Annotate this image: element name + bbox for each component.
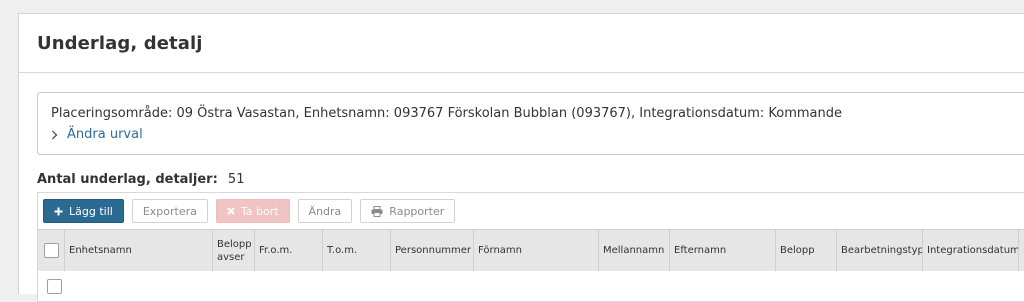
filter-summary-box: Placeringsområde: 09 Östra Vasastan, Enh… xyxy=(37,92,1024,155)
add-button-label: Lägg till xyxy=(69,204,113,218)
column-header-mellannamn[interactable]: Mellannamn xyxy=(599,230,670,271)
details-table: Lägg till Exportera Ta bort Ändra Rappor… xyxy=(37,192,1024,302)
filter-summary-text: Placeringsområde: 09 Östra Vasastan, Enh… xyxy=(51,106,843,121)
edit-button-label: Ändra xyxy=(308,204,342,218)
printer-icon xyxy=(371,205,383,217)
page-title: Underlag, detalj xyxy=(37,32,203,54)
column-header-enhetsnamn[interactable]: Enhetsnamn xyxy=(65,230,213,271)
export-button-label: Exportera xyxy=(142,204,197,218)
table-header: Enhetsnamn Belopp avser Fr.o.m. T.o.m. P… xyxy=(38,229,1024,272)
change-selection-label[interactable]: Ändra urval xyxy=(67,126,143,144)
row-checkbox[interactable] xyxy=(47,279,62,294)
column-header-integrationsdatum[interactable]: Integrationsdatum xyxy=(923,230,1019,271)
plus-icon xyxy=(54,207,63,216)
column-header-belopp-avser[interactable]: Belopp avser xyxy=(213,230,255,271)
add-button[interactable]: Lägg till xyxy=(43,199,124,223)
column-header-from[interactable]: Fr.o.m. xyxy=(255,230,323,271)
detail-count-label: Antal underlag, detaljer: xyxy=(37,172,218,187)
detail-count: Antal underlag, detaljer: 51 xyxy=(37,172,244,187)
table-toolbar: Lägg till Exportera Ta bort Ändra Rappor… xyxy=(38,193,1024,229)
report-button-label: Rapporter xyxy=(389,204,445,218)
change-selection-link[interactable]: Ändra urval xyxy=(51,126,1024,144)
column-header-fornamn[interactable]: Förnamn xyxy=(474,230,599,271)
page-header: Underlag, detalj xyxy=(19,14,1024,73)
column-header-efternamn[interactable]: Efternamn xyxy=(670,230,776,271)
column-header-tom[interactable]: T.o.m. xyxy=(323,230,391,271)
column-header-bearbetningstyp[interactable]: Bearbetningstyp xyxy=(837,230,923,271)
table-row[interactable] xyxy=(38,271,1024,301)
report-button[interactable]: Rapporter xyxy=(360,199,456,223)
close-icon xyxy=(227,207,235,215)
chevron-right-icon xyxy=(51,126,61,144)
detail-count-value: 51 xyxy=(227,172,245,187)
export-button[interactable]: Exportera xyxy=(131,199,208,223)
edit-button[interactable]: Ändra xyxy=(297,199,353,223)
column-header-overflow xyxy=(1019,230,1024,271)
select-all-checkbox[interactable] xyxy=(43,243,59,258)
column-header-belopp[interactable]: Belopp xyxy=(776,230,837,271)
remove-button-label: Ta bort xyxy=(240,204,279,218)
main-panel: Underlag, detalj Placeringsområde: 09 Ös… xyxy=(18,13,1024,302)
remove-button[interactable]: Ta bort xyxy=(215,199,290,223)
select-all-cell xyxy=(38,230,65,271)
column-header-personnummer[interactable]: Personnummer xyxy=(391,230,474,271)
